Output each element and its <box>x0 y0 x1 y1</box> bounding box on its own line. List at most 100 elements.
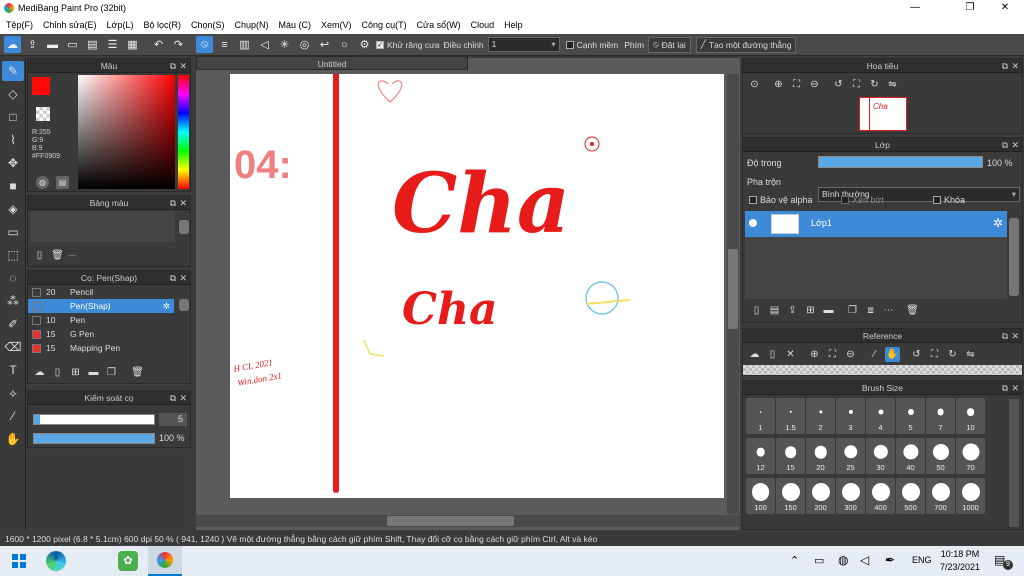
document-icon[interactable]: ▤ <box>84 36 101 53</box>
brush-size-option[interactable]: 50 <box>926 438 955 474</box>
gradient-tool-icon[interactable]: ▭ <box>2 222 24 242</box>
layer-settings-gear-icon[interactable]: ✲ <box>993 216 1003 230</box>
chevron-up-icon[interactable]: ⌃ <box>790 554 799 567</box>
brush-size-option[interactable]: 70 <box>956 438 985 474</box>
lock-toggle[interactable]: Khóa <box>933 195 965 205</box>
palette-swatch-area[interactable] <box>30 212 175 242</box>
zoom-in-icon[interactable]: ⊕ <box>771 77 786 92</box>
brush-tool-icon[interactable]: ✎ <box>2 61 24 81</box>
message-icon[interactable]: ▭ <box>64 36 81 53</box>
navigator-thumbnail[interactable]: Cha <box>859 97 907 131</box>
pen-ink-icon[interactable]: ✒ <box>885 553 895 567</box>
share-icon[interactable]: ⇪ <box>24 36 41 53</box>
select-tool-icon[interactable]: ⬚ <box>2 245 24 265</box>
brush-size-option[interactable]: 500 <box>896 478 925 514</box>
brush-size-scrollbar[interactable] <box>1009 399 1019 527</box>
menu-layer[interactable]: Lớp(L) <box>107 20 134 30</box>
magic-wand-tool-icon[interactable]: ⁂ <box>2 291 24 311</box>
radial-snap-icon[interactable]: ✳ <box>276 36 293 53</box>
rotate-left-icon[interactable]: ↺ <box>831 77 846 92</box>
brush-size-option[interactable]: 1 <box>746 398 775 434</box>
reference-fit-icon[interactable]: ⛶ <box>825 347 840 362</box>
popout-icon[interactable]: ⧉ <box>170 391 176 405</box>
menu-select[interactable]: Chọn(S) <box>191 20 225 30</box>
reference-rotate-reset-icon[interactable]: ⛶ <box>927 347 942 362</box>
hand-tool-icon[interactable]: ✋ <box>2 429 24 449</box>
select-eraser-tool-icon[interactable]: ⌫ <box>2 337 24 357</box>
brush-size-option[interactable]: 40 <box>896 438 925 474</box>
brush-size-slider[interactable] <box>33 414 155 425</box>
clipping-checkbox[interactable] <box>841 196 849 204</box>
document-tab[interactable]: Untitled <box>196 56 468 70</box>
popout-icon[interactable]: ⧉ <box>1002 59 1008 73</box>
layer-visibility-icon[interactable] <box>749 219 757 227</box>
soft-edge-checkbox[interactable] <box>565 40 574 49</box>
perspective-snap-icon[interactable]: ◁ <box>256 36 273 53</box>
clock-time[interactable]: 10:18 PM <box>940 549 980 559</box>
cloud-brush-icon[interactable]: ☁ <box>32 365 47 380</box>
protect-alpha-checkbox[interactable] <box>749 196 757 204</box>
eraser-tool-icon[interactable]: ◇ <box>2 84 24 104</box>
zoom-out-icon[interactable]: ⊖ <box>807 77 822 92</box>
concentric-snap-icon[interactable]: ◎ <box>296 36 313 53</box>
close-icon[interactable]: ✕ <box>179 271 187 285</box>
rotate-reset-icon[interactable]: ⛶ <box>849 77 864 92</box>
brush-size-value[interactable]: 5 <box>159 413 187 426</box>
brush-item-g-pen[interactable]: 15 G Pen <box>28 327 174 341</box>
brush-size-option[interactable]: 300 <box>836 478 865 514</box>
layer-options-icon[interactable]: ⋯ <box>881 303 896 318</box>
brush-item-pen-shap[interactable]: Pen(Shap) ✲ <box>28 299 174 313</box>
close-icon[interactable]: ✕ <box>179 391 187 405</box>
brush-size-option[interactable]: 5 <box>896 398 925 434</box>
popout-icon[interactable]: ⧉ <box>1002 138 1008 152</box>
clock-date[interactable]: 7/23/2021 <box>936 562 984 572</box>
popout-icon[interactable]: ⧉ <box>1002 381 1008 395</box>
snap-settings-icon[interactable]: ⚙ <box>356 36 373 53</box>
text-tool-icon[interactable]: T <box>2 360 24 380</box>
new-palette-icon[interactable]: ▯ <box>32 248 47 263</box>
volume-icon[interactable]: ◁ <box>860 553 869 567</box>
color-wheel-icon[interactable]: ◍ <box>36 176 49 189</box>
protect-alpha-toggle[interactable]: Bảo vệ alpha <box>749 195 813 205</box>
upload-layer-icon[interactable]: ⇪ <box>785 303 800 318</box>
correction-select[interactable]: 1 <box>487 37 560 52</box>
soft-edge-toggle[interactable]: Cạnh mềm <box>565 40 618 50</box>
cloud-icon[interactable]: ☁ <box>4 36 21 53</box>
close-icon[interactable]: ✕ <box>179 59 187 73</box>
reference-zoom-out-icon[interactable]: ⊖ <box>843 347 858 362</box>
brush-size-option[interactable]: 1.5 <box>776 398 805 434</box>
brush-size-option[interactable]: 1000 <box>956 478 985 514</box>
eyedropper-tool-icon[interactable]: ⁄ <box>2 406 24 426</box>
antialias-checkbox[interactable]: ✓ <box>376 40 384 49</box>
delete-palette-icon[interactable]: 🗑 <box>50 248 65 263</box>
blur-tool-icon[interactable]: ⌇ <box>2 130 24 150</box>
new-halftone-layer-icon[interactable]: ▤ <box>767 303 782 318</box>
brush-size-option[interactable]: 25 <box>836 438 865 474</box>
reference-rotate-left-icon[interactable]: ↺ <box>909 347 924 362</box>
popout-icon[interactable]: ⧉ <box>170 59 176 73</box>
zoom-fit-icon[interactable]: ⊙ <box>747 77 762 92</box>
close-icon[interactable]: ✕ <box>1011 329 1019 343</box>
select-pen-tool-icon[interactable]: ✐ <box>2 314 24 334</box>
hue-slider[interactable] <box>178 75 189 189</box>
rotate-right-icon[interactable]: ↻ <box>867 77 882 92</box>
layer-list-scrollbar[interactable] <box>1009 218 1019 296</box>
duplicate-icon[interactable]: ❐ <box>104 365 119 380</box>
menu-tools[interactable]: Công cụ(T) <box>362 20 407 30</box>
brush-size-option[interactable]: 15 <box>776 438 805 474</box>
reference-preview[interactable] <box>743 365 1022 375</box>
app-icon-green[interactable]: ✿ <box>118 551 138 571</box>
close-icon[interactable]: ✕ <box>1011 138 1019 152</box>
reset-button[interactable]: ⦸ Đặt lại <box>648 36 691 53</box>
folder-icon[interactable]: ▬ <box>86 365 101 380</box>
fill-tool-icon[interactable]: ◈ <box>2 199 24 219</box>
grid-snap-icon[interactable]: ▥ <box>236 36 253 53</box>
move-tool-icon[interactable]: ✥ <box>2 153 24 173</box>
menu-color[interactable]: Màu (C) <box>279 20 312 30</box>
curve-snap-icon[interactable]: ↩ <box>316 36 333 53</box>
reference-close-icon[interactable]: ✕ <box>783 347 798 362</box>
delete-layer-icon[interactable]: 🗑 <box>905 303 920 318</box>
transparent-color-swatch[interactable] <box>36 107 50 121</box>
brush-list-scrollbar[interactable] <box>179 299 189 311</box>
foreground-color-swatch[interactable] <box>32 77 50 95</box>
